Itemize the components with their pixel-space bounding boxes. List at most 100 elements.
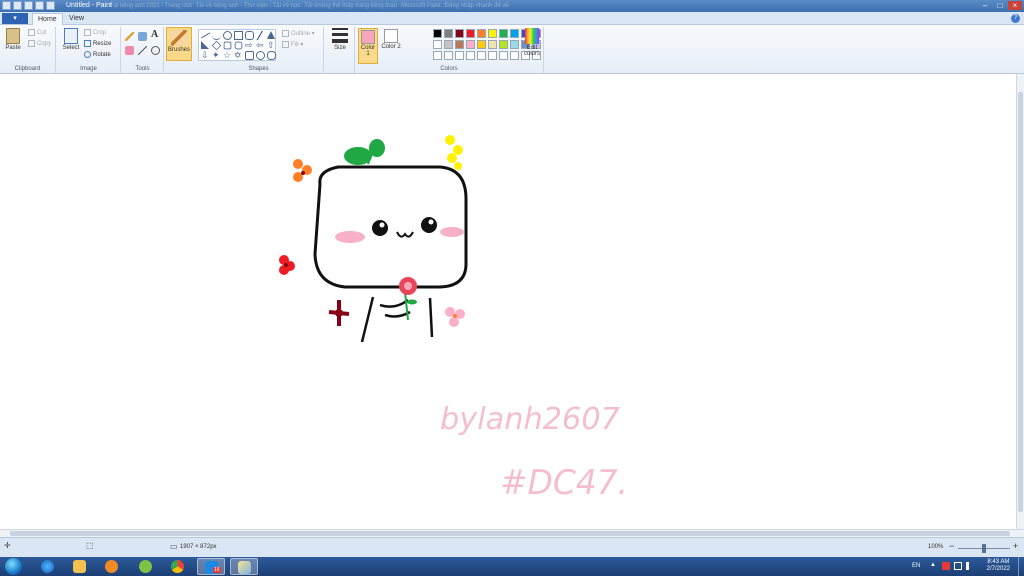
palette-swatch[interactable] <box>455 40 464 49</box>
file-menu-button[interactable]: ▾ <box>2 13 28 24</box>
four-point-star-icon[interactable]: ✦ <box>212 51 221 60</box>
palette-swatch[interactable] <box>499 51 508 60</box>
line-shape-icon[interactable] <box>201 31 210 40</box>
left-arrow-shape-icon[interactable]: ⇦ <box>256 41 265 50</box>
network-icon[interactable] <box>954 562 962 570</box>
taskbar-zalo-lite[interactable] <box>132 558 160 575</box>
crop-button[interactable]: Crop <box>84 29 106 38</box>
taskbar-chrome[interactable] <box>164 558 192 575</box>
polygon-shape-icon[interactable] <box>256 31 265 40</box>
down-arrow-shape-icon[interactable]: ⇩ <box>201 51 210 60</box>
right-triangle-shape-icon[interactable] <box>201 41 209 49</box>
help-icon[interactable]: ? <box>1011 14 1020 23</box>
close-button[interactable]: × <box>1008 1 1022 10</box>
palette-swatch[interactable] <box>510 40 519 49</box>
zoom-slider-handle[interactable] <box>982 544 986 553</box>
palette-swatch[interactable] <box>488 29 497 38</box>
save-icon[interactable] <box>13 1 22 10</box>
vertical-scroll-thumb[interactable] <box>1018 92 1023 512</box>
pentagon-shape-icon[interactable] <box>223 41 232 50</box>
palette-swatch[interactable] <box>477 40 486 49</box>
zoom-out-button[interactable]: − <box>949 541 954 551</box>
taskbar-internet-explorer[interactable] <box>34 558 62 575</box>
palette-swatch[interactable] <box>488 51 497 60</box>
color1-button[interactable]: Color 1 <box>358 28 378 64</box>
palette-swatch[interactable] <box>455 29 464 38</box>
diamond-shape-icon[interactable] <box>211 40 222 51</box>
six-point-star-icon[interactable]: ✡ <box>234 51 243 60</box>
outline-dropdown[interactable]: Outline ▾ <box>282 30 315 39</box>
taskbar-media-player[interactable] <box>98 558 126 575</box>
five-point-star-icon[interactable]: ☆ <box>223 51 232 60</box>
taskbar-paint[interactable] <box>230 558 258 575</box>
palette-swatch[interactable] <box>433 40 442 49</box>
palette-swatch[interactable] <box>499 40 508 49</box>
customize-qat-icon[interactable] <box>46 1 55 10</box>
oval-shape-icon[interactable] <box>223 31 232 40</box>
edit-colors-button[interactable]: Edit colors <box>521 28 543 57</box>
undo-icon[interactable] <box>24 1 33 10</box>
fill-dropdown[interactable]: Fill ▾ <box>282 41 303 50</box>
magnifier-icon[interactable] <box>151 46 160 55</box>
volume-icon[interactable] <box>966 562 974 570</box>
tray-app-icon[interactable] <box>942 562 950 570</box>
copy-button[interactable]: Copy <box>28 40 51 49</box>
brushes-button[interactable]: Brushes <box>166 27 192 61</box>
palette-swatch[interactable] <box>455 51 464 60</box>
rotate-button[interactable]: Rotate <box>84 51 111 60</box>
redo-icon[interactable] <box>35 1 44 10</box>
paste-button[interactable]: Paste <box>3 28 23 51</box>
callout-cloud-shape-icon[interactable] <box>267 51 276 60</box>
up-arrow-shape-icon[interactable]: ⇧ <box>267 41 276 50</box>
cut-button[interactable]: Cut <box>28 29 46 38</box>
palette-swatch[interactable] <box>433 51 442 60</box>
callout-oval-shape-icon[interactable] <box>256 51 265 60</box>
vertical-scrollbar[interactable] <box>1016 74 1024 529</box>
select-button[interactable]: Select <box>60 28 82 51</box>
curve-shape-icon[interactable] <box>212 31 221 40</box>
palette-swatch[interactable] <box>510 51 519 60</box>
show-hidden-icons[interactable]: ▲ <box>930 562 938 570</box>
size-button[interactable]: Size <box>328 28 352 51</box>
palette-swatch[interactable] <box>466 51 475 60</box>
taskbar-zalo[interactable]: 16 <box>197 558 225 575</box>
palette-swatch[interactable] <box>488 40 497 49</box>
palette-swatch[interactable] <box>477 51 486 60</box>
paint-app-icon[interactable] <box>2 1 11 10</box>
palette-swatch[interactable] <box>433 29 442 38</box>
palette-swatch[interactable] <box>510 29 519 38</box>
palette-swatch[interactable] <box>444 29 453 38</box>
right-arrow-shape-icon[interactable]: ⇨ <box>245 41 254 50</box>
minimize-button[interactable]: – <box>978 1 992 10</box>
zoom-in-button[interactable]: + <box>1013 541 1018 551</box>
tab-home[interactable]: Home <box>32 13 63 25</box>
palette-swatch[interactable] <box>466 29 475 38</box>
eraser-icon[interactable] <box>125 46 134 55</box>
horizontal-scrollbar[interactable] <box>0 529 1024 537</box>
maximize-button[interactable]: □ <box>993 1 1007 10</box>
palette-swatch[interactable] <box>466 40 475 49</box>
language-indicator[interactable]: EN <box>912 563 920 569</box>
color2-button[interactable]: Color 2 <box>381 28 401 50</box>
fill-bucket-icon[interactable] <box>138 32 147 41</box>
horizontal-scroll-thumb[interactable] <box>10 531 1010 536</box>
triangle-shape-icon[interactable] <box>267 31 275 39</box>
taskbar-file-explorer[interactable] <box>66 558 94 575</box>
rectangle-shape-icon[interactable] <box>234 31 243 40</box>
text-tool-icon[interactable]: A <box>151 30 160 40</box>
tab-view[interactable]: View <box>64 13 89 25</box>
pencil-icon[interactable] <box>125 32 134 41</box>
hexagon-shape-icon[interactable] <box>234 41 243 50</box>
palette-swatch[interactable] <box>444 40 453 49</box>
bg-tab: Đăng nhập nhanh để vẽ <box>444 3 509 9</box>
rounded-rectangle-shape-icon[interactable] <box>245 31 254 40</box>
show-desktop-button[interactable] <box>1018 557 1024 576</box>
system-clock[interactable]: 8:43 AM 2/7/2022 <box>987 559 1010 573</box>
palette-swatch[interactable] <box>499 29 508 38</box>
resize-button[interactable]: Resize <box>84 40 111 49</box>
start-button[interactable] <box>2 557 24 576</box>
color-picker-icon[interactable] <box>138 46 147 55</box>
palette-swatch[interactable] <box>444 51 453 60</box>
callout-rect-shape-icon[interactable] <box>245 51 254 60</box>
palette-swatch[interactable] <box>477 29 486 38</box>
